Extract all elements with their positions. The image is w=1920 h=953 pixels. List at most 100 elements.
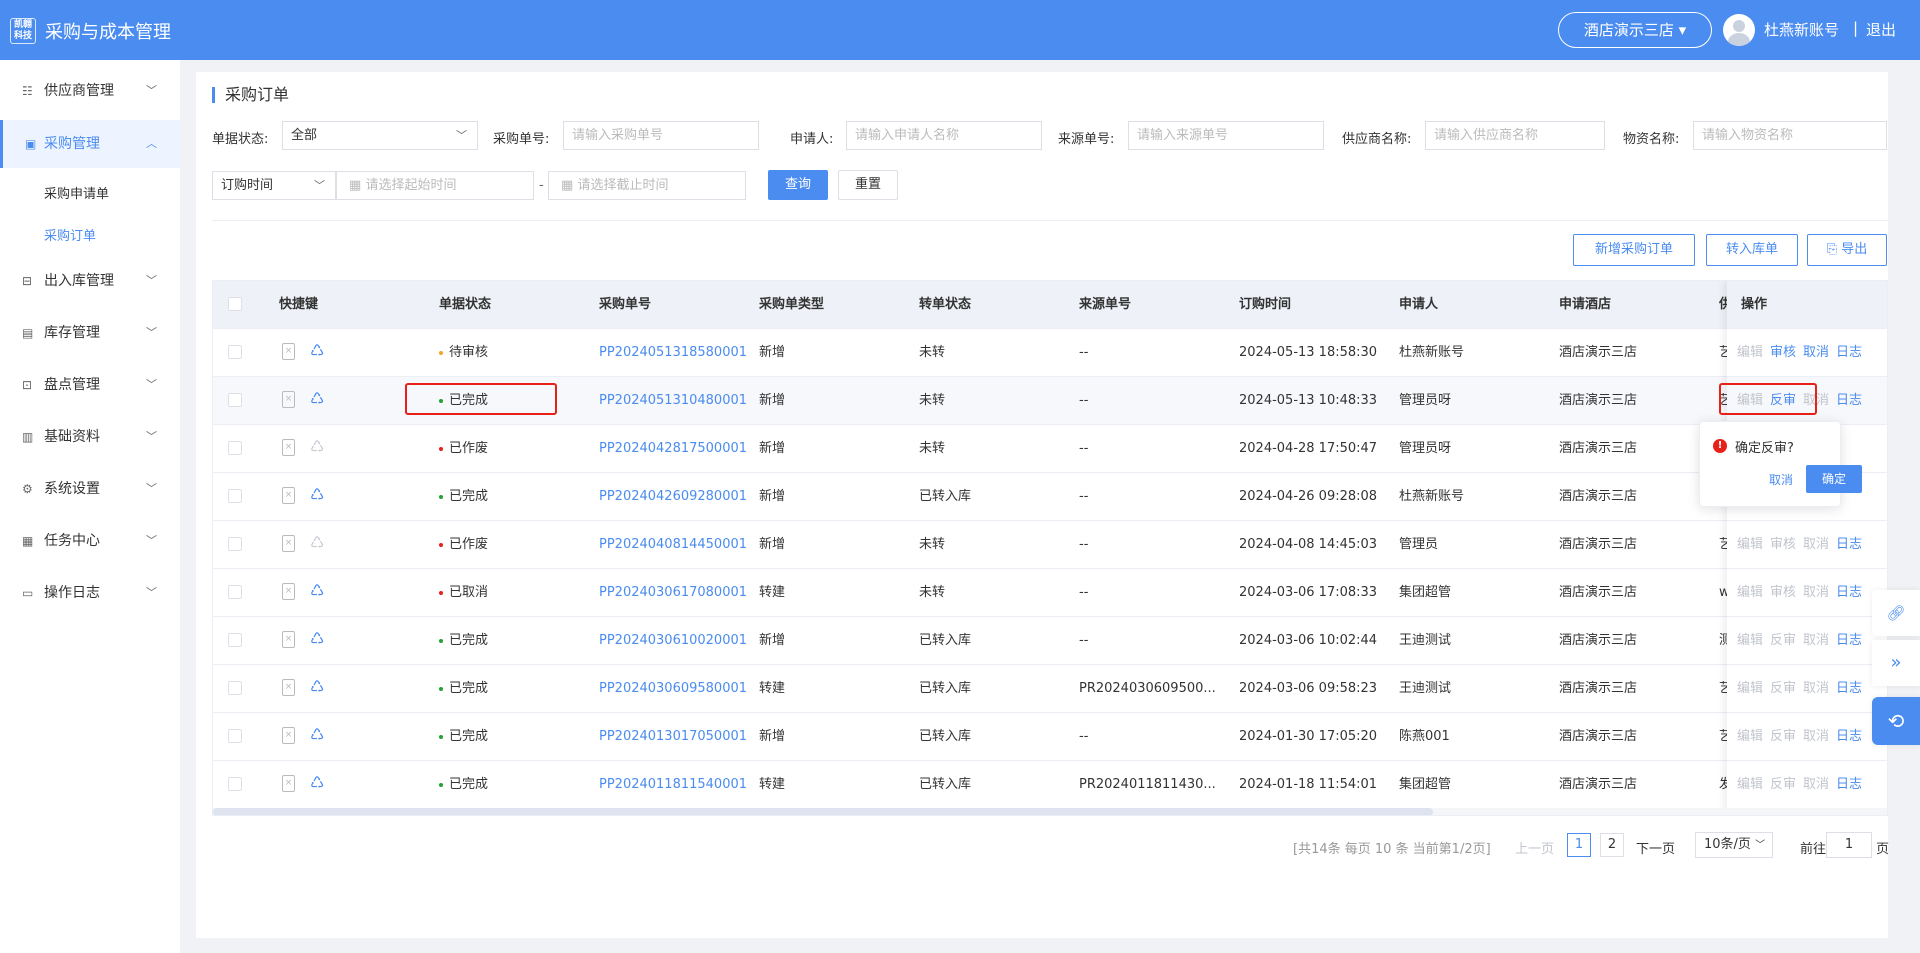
document-x-icon[interactable]: × xyxy=(282,775,295,792)
row-checkbox[interactable] xyxy=(228,345,242,359)
document-x-icon[interactable]: × xyxy=(282,679,295,696)
sidebar-item-inventory[interactable]: ▤ 库存管理 ﹀ xyxy=(0,309,180,357)
op-button[interactable]: 反审 xyxy=(1770,761,1796,808)
table-row[interactable]: × ♺ 已取消 PP2024030617080001 转建 未转 -- 2024-03-06 … xyxy=(213,568,1887,616)
op-button[interactable]: 反审 xyxy=(1770,713,1796,760)
headset-icon[interactable]: ⟲ xyxy=(1872,697,1920,745)
recycle-icon[interactable]: ♺ xyxy=(310,485,324,505)
to-stock-button[interactable]: 转入库单 xyxy=(1706,234,1798,266)
po-number-cell[interactable]: PP2024011811540001 xyxy=(599,761,747,808)
document-x-icon[interactable]: × xyxy=(282,439,295,456)
op-button[interactable]: 取消 xyxy=(1803,617,1829,664)
po-number-cell[interactable]: PP2024042817500001 xyxy=(599,425,747,472)
po-number-cell[interactable]: PP2024030609580001 xyxy=(599,665,747,712)
document-x-icon[interactable]: × xyxy=(282,343,295,360)
sidebar-sub-purchase-order[interactable]: 采购订单 xyxy=(44,225,96,244)
op-button[interactable]: 日志 xyxy=(1836,569,1862,616)
recycle-icon[interactable]: ♺ xyxy=(310,437,324,457)
table-row[interactable]: × ♺ 已完成 PP2024030610020001 新增 已转入库 -- 2024-03-0… xyxy=(213,616,1887,664)
op-button[interactable]: 取消 xyxy=(1803,665,1829,712)
status-filter-select[interactable]: 全部 ﹀ xyxy=(282,121,478,150)
popover-confirm-button[interactable]: 确定 xyxy=(1806,465,1862,493)
row-checkbox[interactable] xyxy=(228,777,242,791)
op-button[interactable]: 审核 xyxy=(1770,521,1796,568)
po-number-cell[interactable]: PP2024030617080001 xyxy=(599,569,747,616)
po-number-cell[interactable]: PP2024051310480001 xyxy=(599,377,747,424)
link-icon[interactable]: 🔗︎ xyxy=(1872,590,1920,636)
row-checkbox[interactable] xyxy=(228,441,242,455)
end-date-input[interactable]: ▦ 请选择截止时间 xyxy=(548,171,746,200)
po-number-cell[interactable]: PP2024013017050001 xyxy=(599,713,747,760)
po-number-cell[interactable]: PP2024040814450001 xyxy=(599,521,747,568)
table-row[interactable]: × ♺ 已完成 PP2024011811540001 转建 已转入库 PR202401181… xyxy=(213,760,1887,808)
recycle-icon[interactable]: ♺ xyxy=(310,341,324,361)
table-row[interactable]: × ♺ 已完成 PP2024013017050001 新增 已转入库 -- 2024-01-3… xyxy=(213,712,1887,760)
document-x-icon[interactable]: × xyxy=(282,535,295,552)
document-x-icon[interactable]: × xyxy=(282,583,295,600)
sidebar-item-supplier[interactable]: ☷ 供应商管理 ﹀ xyxy=(0,67,180,115)
op-button[interactable]: 反审 xyxy=(1770,665,1796,712)
page-1-button[interactable]: 1 xyxy=(1567,833,1591,857)
start-date-input[interactable]: ▦ 请选择起始时间 xyxy=(336,171,534,200)
op-button[interactable]: 取消 xyxy=(1803,569,1829,616)
document-x-icon[interactable]: × xyxy=(282,727,295,744)
recycle-icon[interactable]: ♺ xyxy=(310,389,324,409)
op-button[interactable]: 编辑 xyxy=(1737,761,1763,808)
op-button[interactable]: 反审 xyxy=(1770,617,1796,664)
op-button[interactable]: 编辑 xyxy=(1737,569,1763,616)
sidebar-item-stocktake[interactable]: ⊡ 盘点管理 ﹀ xyxy=(0,361,180,409)
op-button[interactable]: 日志 xyxy=(1836,329,1862,376)
sidebar-sub-purchase-request[interactable]: 采购申请单 xyxy=(44,183,109,202)
sidebar-item-tasks[interactable]: ▦ 任务中心 ﹀ xyxy=(0,517,180,565)
goto-page-input[interactable]: 1 xyxy=(1826,832,1872,858)
sidebar-item-inout[interactable]: ⊟ 出入库管理 ﹀ xyxy=(0,257,180,305)
po-filter-input[interactable]: 请输入采购单号 xyxy=(563,121,759,150)
document-x-icon[interactable]: × xyxy=(282,391,295,408)
document-x-icon[interactable]: × xyxy=(282,487,295,504)
row-checkbox[interactable] xyxy=(228,585,242,599)
store-select[interactable]: 酒店演示三店 ▾ xyxy=(1558,12,1712,48)
row-checkbox[interactable] xyxy=(228,729,242,743)
document-x-icon[interactable]: × xyxy=(282,631,295,648)
op-button[interactable]: 日志 xyxy=(1836,617,1862,664)
prev-page-button[interactable]: 上一页 xyxy=(1515,838,1554,857)
op-button[interactable]: 审核 xyxy=(1770,569,1796,616)
sidebar-item-settings[interactable]: ⚙ 系统设置 ﹀ xyxy=(0,465,180,513)
row-checkbox[interactable] xyxy=(228,681,242,695)
supplier-filter-input[interactable]: 请输入供应商名称 xyxy=(1425,121,1605,150)
sidebar-item-basic-data[interactable]: ▥ 基础资料 ﹀ xyxy=(0,413,180,461)
avatar[interactable] xyxy=(1723,14,1755,46)
scrollbar-thumb[interactable] xyxy=(213,808,1433,815)
double-chevron-right-icon[interactable]: » xyxy=(1872,640,1920,686)
op-button[interactable]: 编辑 xyxy=(1737,665,1763,712)
recycle-icon[interactable]: ♺ xyxy=(310,725,324,745)
next-page-button[interactable]: 下一页 xyxy=(1636,838,1675,857)
table-row[interactable]: × ♺ 已完成 PP2024030609580001 转建 已转入库 PR202403060… xyxy=(213,664,1887,712)
sidebar-item-oplog[interactable]: ▭ 操作日志 ﹀ xyxy=(0,569,180,617)
row-checkbox[interactable] xyxy=(228,489,242,503)
po-number-cell[interactable]: PP2024051318580001 xyxy=(599,329,747,376)
source-filter-input[interactable]: 请输入来源单号 xyxy=(1128,121,1324,150)
op-button[interactable]: 编辑 xyxy=(1737,713,1763,760)
row-checkbox[interactable] xyxy=(228,633,242,647)
table-row[interactable]: × ♺ 已作废 PP2024040814450001 新增 未转 -- 2024-04-08 … xyxy=(213,520,1887,568)
op-button[interactable]: 日志 xyxy=(1836,521,1862,568)
row-checkbox[interactable] xyxy=(228,537,242,551)
material-filter-input[interactable]: 请输入物资名称 xyxy=(1693,121,1887,150)
query-button[interactable]: 查询 xyxy=(768,170,828,200)
recycle-icon[interactable]: ♺ xyxy=(310,533,324,553)
popover-cancel-button[interactable]: 取消 xyxy=(1769,471,1793,488)
op-button[interactable]: 日志 xyxy=(1836,377,1862,424)
op-button[interactable]: 编辑 xyxy=(1737,617,1763,664)
po-number-cell[interactable]: PP2024042609280001 xyxy=(599,473,747,520)
recycle-icon[interactable]: ♺ xyxy=(310,773,324,793)
op-button[interactable]: 取消 xyxy=(1803,329,1829,376)
op-button[interactable]: 编辑 xyxy=(1737,329,1763,376)
table-row[interactable]: × ♺ 已作废 PP2024042817500001 新增 未转 -- 2024-04-28 … xyxy=(213,424,1887,472)
select-all-checkbox[interactable] xyxy=(228,297,242,311)
op-button[interactable]: 审核 xyxy=(1770,329,1796,376)
page-2-button[interactable]: 2 xyxy=(1600,833,1624,857)
op-button[interactable]: 取消 xyxy=(1803,761,1829,808)
op-button[interactable]: 日志 xyxy=(1836,665,1862,712)
add-purchase-order-button[interactable]: 新增采购订单 xyxy=(1573,234,1695,266)
